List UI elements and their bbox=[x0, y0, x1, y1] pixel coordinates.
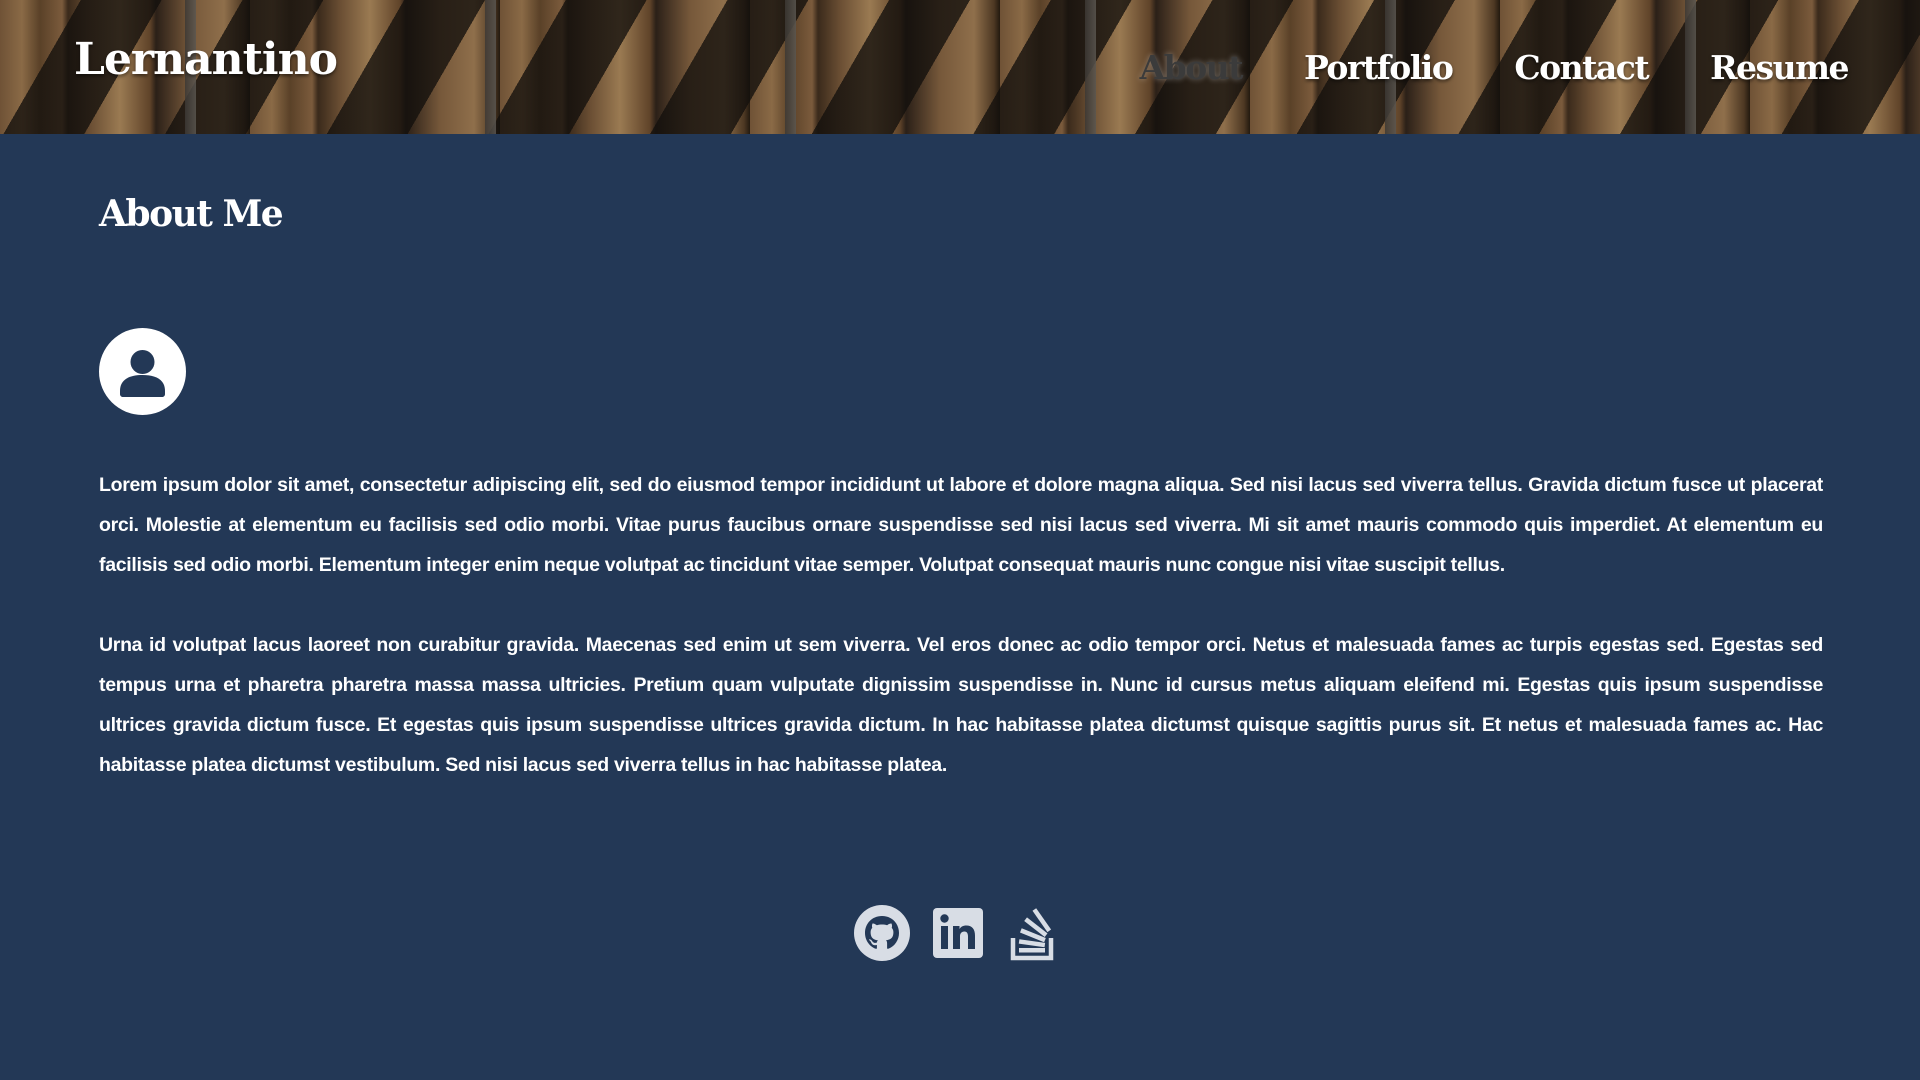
stack-overflow-link[interactable] bbox=[1005, 904, 1063, 962]
bio-text: Lorem ipsum dolor sit amet, consectetur … bbox=[99, 465, 1823, 785]
user-circle-icon bbox=[99, 328, 186, 415]
stack-overflow-icon bbox=[1010, 908, 1054, 961]
bio-paragraph: Urna id volutpat lacus laoreet non curab… bbox=[99, 634, 1823, 776]
nav-link-portfolio[interactable]: Portfolio bbox=[1304, 48, 1454, 87]
github-link[interactable] bbox=[853, 904, 911, 962]
nav-link-about[interactable]: About bbox=[1140, 48, 1244, 87]
header: Lernantino About Portfolio Contact Resum… bbox=[0, 0, 1920, 134]
about-section: About Me Lorem ipsum dolor sit amet, con… bbox=[99, 134, 1823, 825]
nav-link-resume[interactable]: Resume bbox=[1710, 48, 1849, 87]
github-icon bbox=[854, 905, 910, 961]
main-nav: About Portfolio Contact Resume bbox=[1140, 48, 1850, 87]
page-title: About Me bbox=[99, 193, 284, 235]
social-links bbox=[0, 904, 1918, 962]
brand-logo[interactable]: Lernantino bbox=[74, 34, 338, 85]
bio-paragraph: Lorem ipsum dolor sit amet, consectetur … bbox=[99, 474, 1823, 576]
linkedin-link[interactable] bbox=[929, 904, 987, 962]
linkedin-icon bbox=[933, 908, 983, 958]
nav-link-contact[interactable]: Contact bbox=[1514, 48, 1649, 87]
